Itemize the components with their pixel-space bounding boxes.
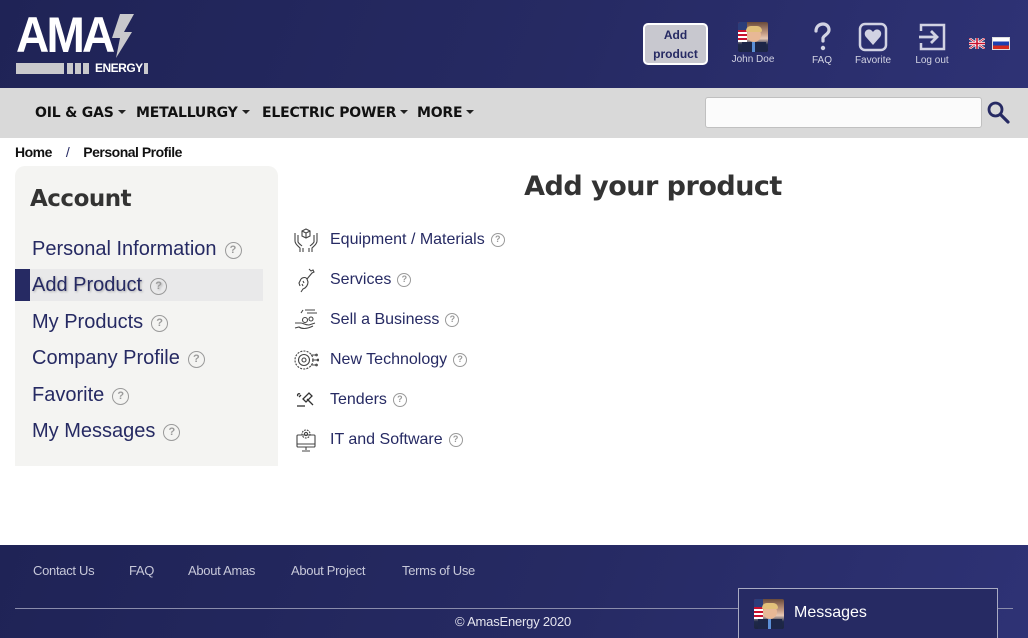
nav-oil-gas-label: OIL & GAS bbox=[35, 105, 114, 121]
search-icon[interactable] bbox=[986, 100, 1010, 124]
box-in-hands-icon bbox=[294, 228, 318, 252]
logout-icon bbox=[919, 23, 946, 51]
favorite-link[interactable]: Favorite bbox=[853, 22, 893, 66]
nav-metallurgy-label: METALLURGY bbox=[136, 105, 238, 121]
nav-electric-power[interactable]: ELECTRIC POWER bbox=[262, 105, 409, 121]
sidebar-title: Account bbox=[30, 186, 132, 212]
messages-widget[interactable]: Messages bbox=[738, 588, 998, 638]
favorite-label: Favorite bbox=[854, 55, 892, 66]
help-icon[interactable]: ? bbox=[112, 388, 130, 405]
help-icon[interactable]: ? bbox=[445, 313, 460, 327]
sidebar-item-label: My Messages bbox=[32, 420, 156, 442]
page-title: Add your product bbox=[524, 171, 782, 202]
messages-avatar bbox=[754, 599, 784, 629]
add-product-button[interactable]: Add product bbox=[643, 23, 708, 65]
add-product-label-1: Add bbox=[663, 28, 688, 42]
category-equipment-materials[interactable]: Equipment / Materials ? bbox=[293, 226, 505, 254]
caret-down-icon bbox=[466, 110, 475, 114]
footer-link-about-amas[interactable]: About Amas bbox=[188, 563, 255, 578]
user-name: John Doe bbox=[731, 54, 775, 65]
logo-wordmark: AMA bbox=[16, 7, 115, 63]
copyright-text: © AmasEnergy 2020 bbox=[455, 614, 572, 629]
sidebar-item-company-profile[interactable]: Company Profile? bbox=[15, 342, 263, 374]
nav-more-label: MORE bbox=[417, 105, 463, 121]
help-icon[interactable]: ? bbox=[163, 424, 181, 441]
category-it-and-software[interactable]: IT and Software ? bbox=[293, 426, 463, 454]
faq-link[interactable]: FAQ bbox=[810, 22, 834, 66]
breadcrumb: Home / Personal Profile bbox=[15, 144, 182, 160]
help-icon[interactable]: ? bbox=[187, 351, 205, 368]
category-services[interactable]: Services ? bbox=[293, 266, 412, 294]
category-label: Equipment / Materials bbox=[330, 231, 485, 248]
sidebar-item-favorite[interactable]: Favorite? bbox=[15, 379, 263, 411]
logo-subtext: ENERGY bbox=[95, 61, 143, 75]
category-label: Sell a Business bbox=[330, 311, 440, 328]
category-label: Tenders bbox=[330, 391, 387, 408]
language-switcher bbox=[969, 38, 1009, 49]
sidebar-item-label: Company Profile bbox=[32, 347, 180, 369]
category-tenders[interactable]: Tenders ? bbox=[293, 386, 407, 414]
help-icon[interactable]: ? bbox=[490, 233, 505, 247]
caret-down-icon bbox=[241, 110, 250, 114]
sidebar-item-label: Add Product bbox=[32, 274, 143, 296]
logout-link[interactable]: Log out bbox=[912, 22, 952, 66]
amas-energy-logo[interactable]: AMA ENERGY bbox=[16, 10, 148, 76]
question-mark-icon bbox=[814, 22, 831, 51]
caret-down-icon bbox=[117, 110, 126, 114]
hand-gears-icon bbox=[294, 309, 317, 329]
footer-link-contact-us[interactable]: Contact Us bbox=[33, 563, 95, 578]
logo-endbar bbox=[144, 63, 148, 74]
user-profile-link[interactable]: John Doe bbox=[731, 22, 775, 65]
faq-label: FAQ bbox=[811, 55, 832, 66]
help-icon[interactable]: ? bbox=[392, 393, 407, 407]
site-header: AMA ENERGY Add product John Doe FAQ Favo… bbox=[0, 0, 1028, 88]
category-new-technology[interactable]: New Technology ? bbox=[293, 346, 468, 374]
logo-bar bbox=[16, 63, 64, 74]
sidebar-item-personal-information[interactable]: Personal Information? bbox=[15, 233, 263, 265]
sidebar-item-my-products[interactable]: My Products? bbox=[15, 306, 263, 338]
footer-link-faq[interactable]: FAQ bbox=[129, 563, 154, 578]
category-sell-a-business[interactable]: Sell a Business ? bbox=[293, 306, 460, 334]
logout-label: Log out bbox=[915, 55, 949, 66]
nav-metallurgy[interactable]: METALLURGY bbox=[136, 105, 250, 121]
flag-ru-icon[interactable] bbox=[993, 38, 1009, 49]
account-sidebar: Account Personal Information? Add Produc… bbox=[15, 166, 278, 466]
sidebar-item-label: My Products bbox=[32, 311, 144, 333]
messages-label: Messages bbox=[794, 604, 867, 621]
breadcrumb-separator: / bbox=[65, 144, 70, 160]
lightning-bolt-icon bbox=[112, 14, 134, 58]
caret-down-icon bbox=[400, 110, 409, 114]
breadcrumb-current: Personal Profile bbox=[83, 144, 182, 160]
help-icon[interactable]: ? bbox=[448, 433, 463, 447]
breadcrumb-home[interactable]: Home bbox=[15, 144, 52, 160]
help-icon[interactable]: ? bbox=[151, 315, 169, 332]
nav-oil-gas[interactable]: OIL & GAS bbox=[35, 105, 126, 121]
flag-uk-icon[interactable] bbox=[969, 38, 985, 49]
category-label: IT and Software bbox=[330, 431, 443, 448]
nav-electric-power-label: ELECTRIC POWER bbox=[262, 105, 397, 121]
help-icon[interactable]: ? bbox=[150, 278, 168, 295]
sidebar-item-add-product[interactable]: Add Product? bbox=[15, 269, 263, 301]
help-icon[interactable]: ? bbox=[453, 353, 468, 367]
monitor-gear-icon bbox=[296, 429, 316, 452]
gavel-icon bbox=[296, 392, 314, 407]
footer-link-terms-of-use[interactable]: Terms of Use bbox=[402, 563, 475, 578]
gear-circuit-icon bbox=[294, 350, 319, 370]
add-product-label-2: product bbox=[653, 47, 698, 61]
main-nav: OIL & GAS METALLURGY ELECTRIC POWER MORE bbox=[0, 88, 1028, 138]
help-icon[interactable]: ? bbox=[224, 242, 242, 259]
heart-icon bbox=[858, 22, 888, 52]
help-icon[interactable]: ? bbox=[397, 273, 412, 287]
category-label: Services bbox=[330, 271, 392, 288]
search-input[interactable] bbox=[705, 97, 982, 128]
footer-link-about-project[interactable]: About Project bbox=[291, 563, 365, 578]
logo-bars bbox=[67, 63, 89, 74]
category-label: New Technology bbox=[330, 351, 448, 368]
hand-wrench-icon bbox=[298, 268, 315, 293]
sidebar-item-my-messages[interactable]: My Messages? bbox=[15, 415, 263, 447]
nav-more[interactable]: MORE bbox=[417, 105, 475, 121]
sidebar-item-label: Favorite bbox=[32, 384, 105, 406]
sidebar-item-label: Personal Information bbox=[32, 238, 217, 260]
user-avatar bbox=[738, 22, 768, 52]
